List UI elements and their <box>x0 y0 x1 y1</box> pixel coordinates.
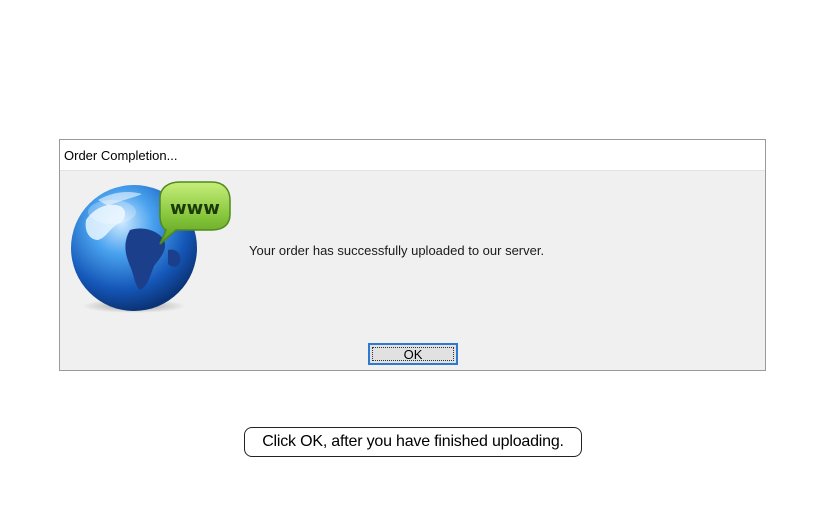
globe-www-icon: www <box>71 181 231 313</box>
bubble-text: www <box>170 198 220 219</box>
order-completion-dialog: Order Completion... www Your order has s… <box>59 139 766 371</box>
ok-button[interactable]: OK <box>368 343 458 365</box>
dialog-titlebar: Order Completion... <box>60 140 765 171</box>
instruction-hint: Click OK, after you have finished upload… <box>244 427 582 457</box>
dialog-title: Order Completion... <box>64 147 178 163</box>
dialog-message: Your order has successfully uploaded to … <box>249 243 545 258</box>
